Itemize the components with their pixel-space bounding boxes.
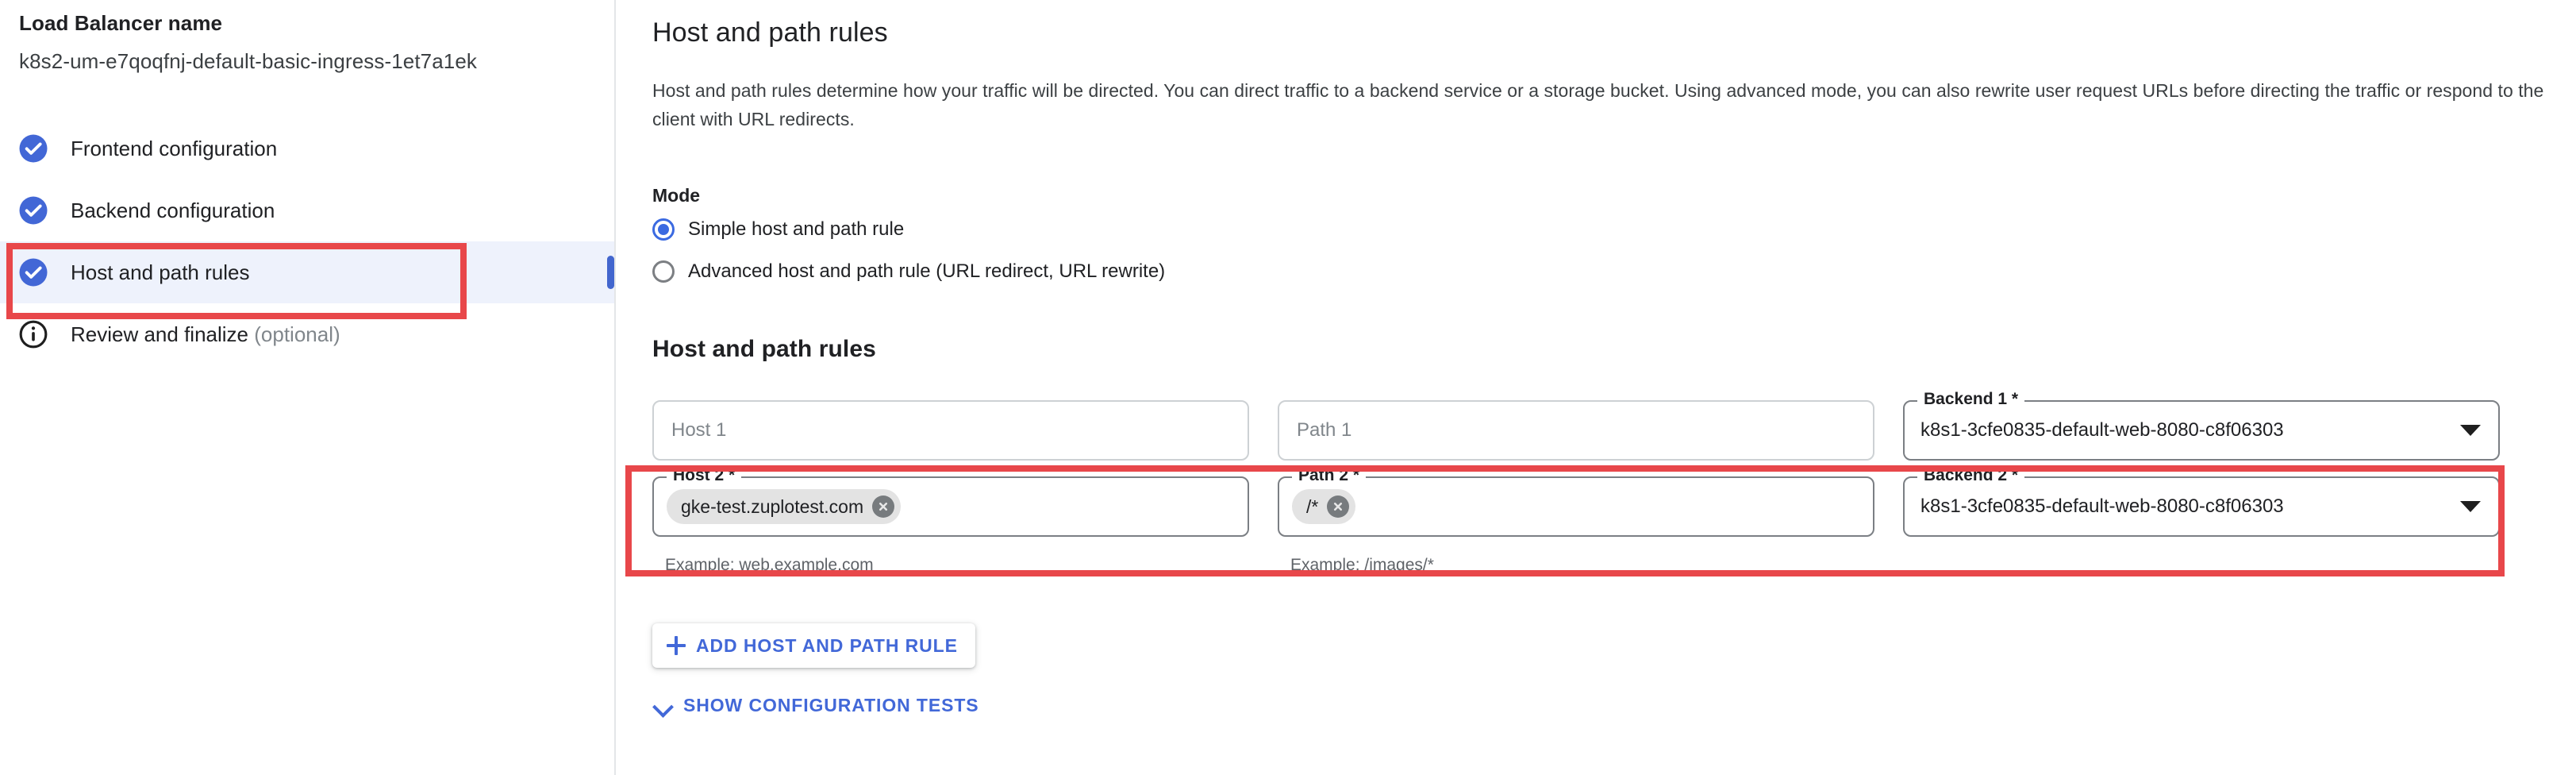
radio-label: Advanced host and path rule (URL redirec…: [688, 260, 1166, 282]
mode-label: Mode: [652, 185, 701, 206]
show-configuration-tests-label: SHOW CONFIGURATION TESTS: [683, 695, 979, 715]
page-title: Host and path rules: [652, 17, 888, 48]
host-2-label: Host 2 *: [667, 466, 742, 485]
host-2-helper-text: Example: web.example.com: [665, 556, 874, 574]
sidebar-item-optional-suffix: (optional): [248, 322, 340, 346]
path-2-helper-text: Example: /images/*: [1290, 556, 1434, 574]
wizard-step-list: Frontend configuration Backend configura…: [0, 118, 614, 365]
backend-2-select[interactable]: Backend 2 * k8s1-3cfe0835-default-web-80…: [1903, 466, 2500, 537]
check-circle-icon: [17, 256, 49, 288]
sidebar-item-backend-configuration[interactable]: Backend configuration: [0, 179, 614, 241]
add-host-and-path-rule-label: ADD HOST AND PATH RULE: [696, 634, 958, 656]
page-description: Host and path rules determine how your t…: [652, 80, 2544, 129]
sidebar-item-label: Frontend configuration: [71, 136, 278, 160]
host-2-chip-text: gke-test.zuplotest.com: [681, 495, 864, 517]
active-step-indicator: [607, 256, 614, 289]
host-1-input[interactable]: Host 1: [652, 400, 1249, 461]
path-2-chip-text: /*: [1306, 495, 1319, 517]
show-configuration-tests-button[interactable]: SHOW CONFIGURATION TESTS: [652, 695, 979, 716]
check-circle-icon: [17, 195, 49, 226]
sidebar-item-host-and-path-rules[interactable]: Host and path rules: [0, 241, 614, 303]
host-2-chip[interactable]: gke-test.zuplotest.com: [667, 489, 902, 524]
backend-2-label: Backend 2 *: [1917, 466, 2025, 485]
backend-1-select[interactable]: Backend 1 * k8s1-3cfe0835-default-web-80…: [1903, 390, 2500, 461]
backend-2-value: k8s1-3cfe0835-default-web-8080-c8f06303: [1920, 495, 2284, 517]
load-balancer-name-label: Load Balancer name: [19, 11, 223, 35]
chevron-down-icon[interactable]: [2460, 425, 2481, 436]
sidebar-item-label: Backend configuration: [71, 198, 275, 222]
sidebar-item-label-text: Review and finalize: [71, 322, 249, 346]
path-1-placeholder: Path 1: [1297, 419, 1352, 441]
backend-1-value: k8s1-3cfe0835-default-web-8080-c8f06303: [1920, 419, 2284, 441]
check-circle-icon: [17, 133, 49, 164]
plus-icon: [667, 636, 686, 655]
chevron-down-icon[interactable]: [2460, 501, 2481, 512]
chevron-down-icon: [652, 696, 673, 716]
path-1-input[interactable]: Path 1: [1278, 400, 1874, 461]
path-2-input[interactable]: Path 2 * /*: [1278, 466, 1874, 537]
main-panel: Host and path rules Host and path rules …: [617, 0, 2576, 775]
radio-label: Simple host and path rule: [688, 218, 905, 240]
radio-button-selected-icon: [652, 218, 675, 241]
remove-chip-icon[interactable]: [872, 495, 895, 518]
host-1-placeholder: Host 1: [671, 419, 727, 441]
radio-advanced-host-and-path-rule[interactable]: Advanced host and path rule (URL redirec…: [652, 260, 1165, 283]
sidebar-item-frontend-configuration[interactable]: Frontend configuration: [0, 118, 614, 179]
sidebar-item-label: Host and path rules: [71, 260, 250, 284]
page-root: Load Balancer name k8s2-um-e7qoqfnj-defa…: [0, 0, 2576, 775]
rules-section-title: Host and path rules: [652, 336, 876, 362]
load-balancer-name-value: k8s2-um-e7qoqfnj-default-basic-ingress-1…: [19, 49, 478, 73]
remove-chip-icon[interactable]: [1327, 495, 1350, 518]
sidebar-item-review-and-finalize[interactable]: Review and finalize (optional): [0, 303, 614, 365]
path-2-chip[interactable]: /*: [1292, 489, 1356, 524]
sidebar-item-label: Review and finalize (optional): [71, 322, 340, 347]
backend-1-label: Backend 1 *: [1917, 390, 2025, 409]
wizard-sidebar: Load Balancer name k8s2-um-e7qoqfnj-defa…: [0, 0, 616, 775]
add-host-and-path-rule-button[interactable]: ADD HOST AND PATH RULE: [652, 623, 975, 668]
host-2-input[interactable]: Host 2 * gke-test.zuplotest.com: [652, 466, 1249, 537]
path-2-label: Path 2 *: [1292, 466, 1367, 485]
radio-button-unselected-icon: [652, 260, 675, 283]
radio-simple-host-and-path-rule[interactable]: Simple host and path rule: [652, 218, 904, 241]
info-circle-icon: [17, 318, 49, 350]
